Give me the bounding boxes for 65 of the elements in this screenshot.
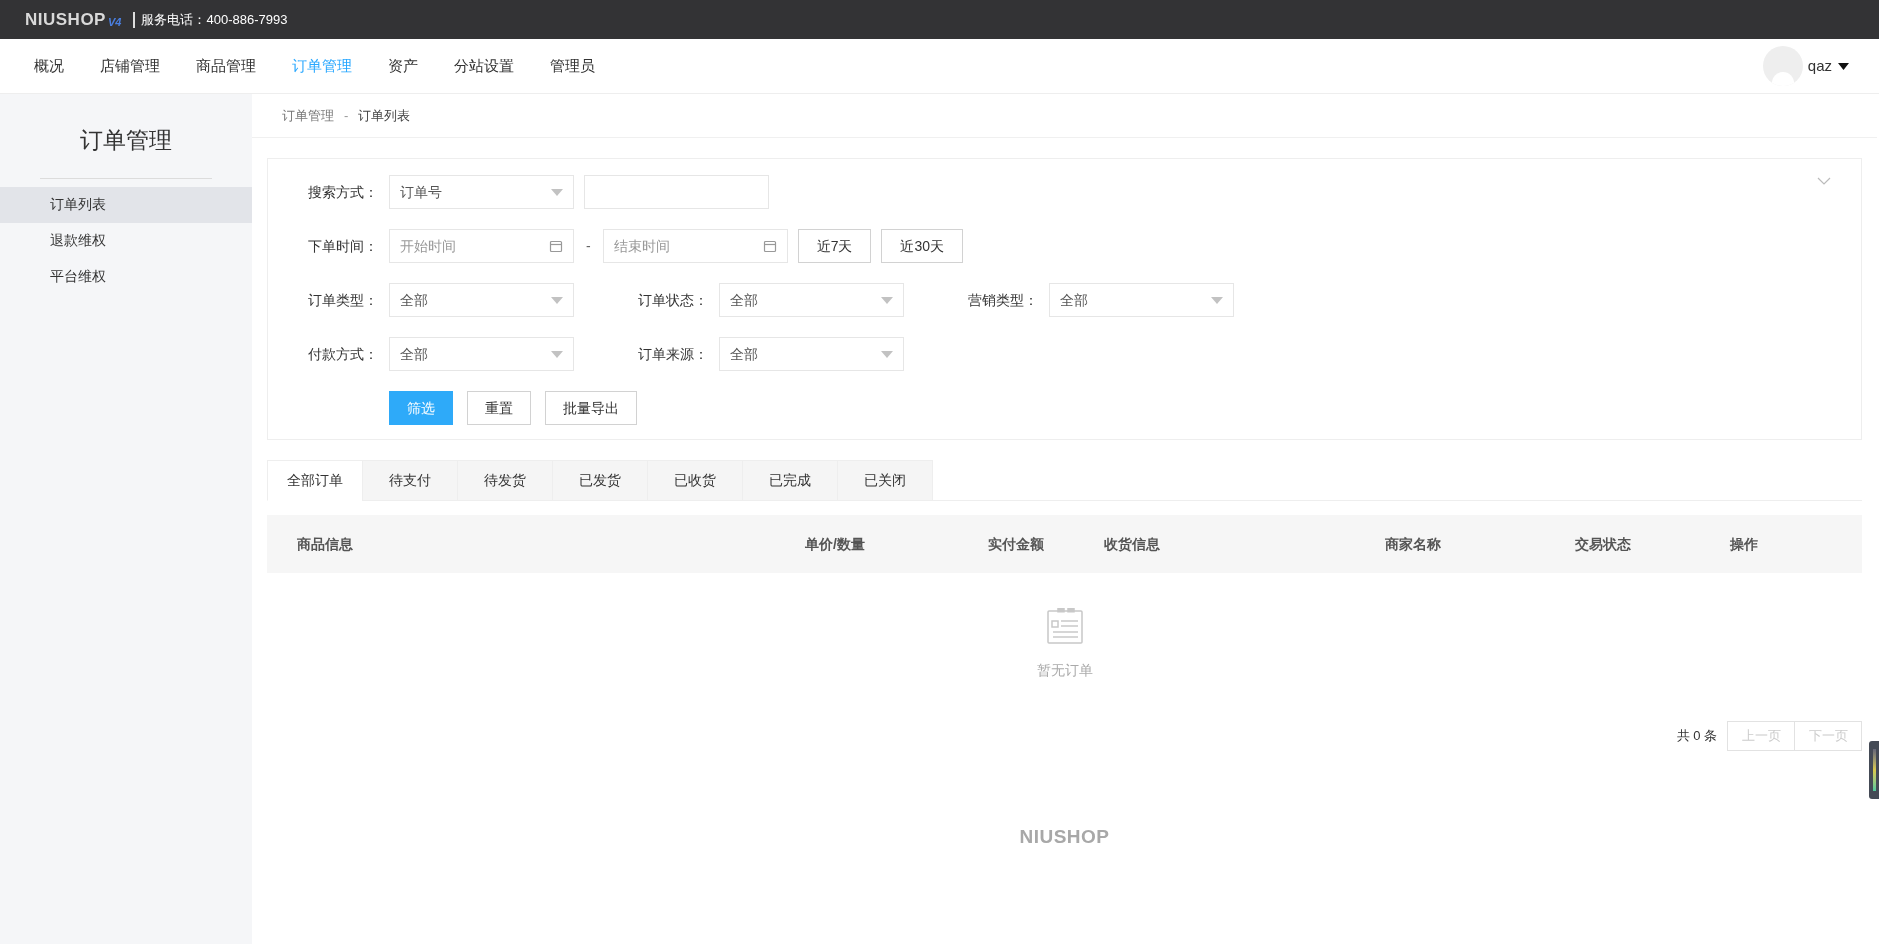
caret-icon (881, 350, 893, 358)
sidebar-item[interactable]: 订单列表 (0, 186, 252, 223)
filter-label: 订单状态： (638, 290, 709, 310)
caret-icon (551, 188, 563, 196)
status-tab[interactable]: 已完成 (742, 460, 838, 501)
caret-icon (551, 350, 563, 358)
filter-label: 下单时间： (308, 236, 379, 256)
column-header: 商家名称 (1385, 534, 1442, 554)
breadcrumb-current: 订单列表 (358, 106, 411, 125)
status-tab[interactable]: 已关闭 (837, 460, 933, 501)
caret-icon (551, 296, 563, 304)
caret-icon (1838, 62, 1849, 70)
nav-link[interactable]: 管理员 (550, 54, 595, 78)
status-tab[interactable]: 已收货 (647, 460, 743, 501)
breadcrumb-separator: - (344, 106, 349, 125)
status-tab[interactable]: 待支付 (362, 460, 458, 501)
nav-link[interactable]: 分站设置 (454, 54, 514, 78)
select-field[interactable]: 订单号 (389, 175, 574, 209)
select-field[interactable]: 全部 (389, 337, 574, 371)
breadcrumb-link[interactable]: 订单管理 (282, 105, 334, 126)
range-separator: - (585, 236, 592, 256)
column-header: 收货信息 (1104, 534, 1161, 554)
side-handle[interactable] (1869, 741, 1879, 799)
sidebar-title: 订单管理 (79, 126, 173, 155)
column-header: 实付金额 (988, 534, 1045, 554)
nav-link[interactable]: 店铺管理 (100, 54, 160, 78)
date-range-button[interactable]: 近7天 (797, 229, 872, 263)
select-field[interactable]: 全部 (389, 283, 574, 317)
select-field[interactable]: 全部 (719, 283, 904, 317)
filter-button[interactable]: 批量导出 (545, 391, 637, 425)
footer-logo: NIUSHOP (1019, 825, 1110, 849)
column-header: 单价/数量 (805, 534, 866, 554)
hotline-text: 服务电话：400-886-7993 (141, 10, 288, 29)
input-field[interactable] (584, 175, 769, 209)
nav-link[interactable]: 商品管理 (196, 54, 256, 78)
logo: NIUSHOP (25, 8, 106, 31)
status-tab[interactable]: 待发货 (457, 460, 553, 501)
empty-text: 暂无订单 (1036, 661, 1093, 680)
sidebar-item[interactable]: 平台维权 (0, 258, 252, 295)
select-field[interactable]: 全部 (719, 337, 904, 371)
status-tab[interactable]: 已发货 (552, 460, 648, 501)
caret-icon (1211, 296, 1223, 304)
column-header: 操作 (1730, 534, 1759, 554)
filter-label: 营销类型： (968, 290, 1039, 310)
nav-link[interactable]: 资产 (388, 54, 418, 78)
sidebar-item[interactable]: 退款维权 (0, 222, 252, 259)
select-field[interactable]: 全部 (1049, 283, 1234, 317)
filter-label: 订单类型： (308, 290, 379, 310)
filter-label: 订单来源： (638, 344, 709, 364)
status-tab[interactable]: 全部订单 (267, 460, 363, 501)
logo-version: V4 (107, 14, 122, 30)
caret-icon (881, 296, 893, 304)
total-count: 共 0 条 (1676, 727, 1717, 746)
chevron-down-icon[interactable] (1817, 177, 1831, 185)
calendar-icon (762, 239, 777, 253)
empty-list-icon (1045, 608, 1084, 644)
nav-link[interactable]: 概况 (34, 54, 64, 78)
date-range-button[interactable]: 近30天 (881, 229, 964, 263)
calendar-icon (549, 239, 563, 253)
filter-button[interactable]: 重置 (467, 391, 531, 425)
filter-label: 付款方式： (308, 344, 379, 364)
column-header: 商品信息 (297, 534, 354, 554)
filter-label: 搜索方式： (308, 182, 379, 202)
column-header: 交易状态 (1575, 534, 1632, 554)
user-name[interactable]: qaz (1807, 54, 1832, 78)
